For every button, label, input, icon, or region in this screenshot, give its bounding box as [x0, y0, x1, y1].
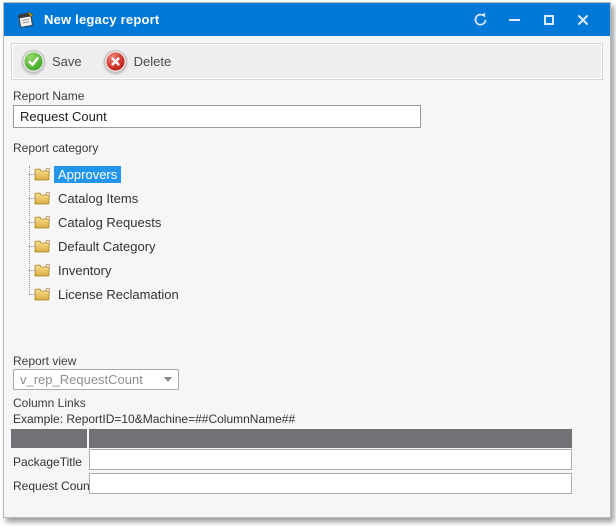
column-link-row-label: Request Count	[13, 479, 93, 493]
report-name-label: Report Name	[13, 89, 84, 103]
folder-icon	[34, 215, 51, 229]
tree-item-label: Approvers	[54, 166, 121, 183]
report-category-label: Report category	[13, 141, 98, 155]
report-note-icon	[16, 10, 35, 29]
header-cell-link-column	[89, 429, 572, 448]
delete-button-label: Delete	[134, 54, 172, 69]
column-links-example: Example: ReportID=10&Machine=##ColumnNam…	[13, 412, 295, 426]
report-view-label: Report view	[13, 354, 76, 368]
column-link-input-packagetitle[interactable]	[89, 449, 572, 470]
titlebar: New legacy report	[4, 3, 610, 36]
tree-item-license-reclamation[interactable]: License Reclamation	[13, 282, 333, 306]
header-cell-label-column	[11, 429, 87, 448]
column-links-table-header	[11, 429, 572, 448]
column-link-input-request-count[interactable]	[89, 473, 572, 494]
tree-item-catalog-requests[interactable]: Catalog Requests	[13, 210, 333, 234]
folder-icon	[34, 287, 51, 301]
window-controls	[473, 12, 598, 27]
folder-icon	[34, 263, 51, 277]
folder-icon	[34, 191, 51, 205]
tree-item-label: Catalog Items	[54, 190, 142, 207]
tree-item-inventory[interactable]: Inventory	[13, 258, 333, 282]
tree-item-label: Default Category	[54, 238, 160, 255]
folder-icon	[34, 167, 51, 181]
toolbar: Save Delete	[11, 43, 603, 80]
report-view-select[interactable]: v_rep_RequestCount	[13, 369, 179, 390]
column-link-row-label: PackageTitle	[13, 455, 82, 469]
green-check-icon	[22, 50, 45, 73]
delete-button[interactable]: Delete	[104, 50, 172, 73]
red-x-icon	[104, 50, 127, 73]
report-name-input[interactable]	[13, 105, 421, 128]
refresh-icon[interactable]	[473, 12, 488, 27]
tree-item-label: License Reclamation	[54, 286, 183, 303]
folder-icon	[34, 239, 51, 253]
chevron-down-icon	[164, 377, 172, 382]
save-button-label: Save	[52, 54, 82, 69]
tree-item-default-category[interactable]: Default Category	[13, 234, 333, 258]
report-category-tree: Approvers Catalog Items Catalog Requests	[13, 162, 333, 308]
report-view-selected-value: v_rep_RequestCount	[20, 372, 160, 387]
column-links-label: Column Links	[13, 396, 86, 410]
tree-item-approvers[interactable]: Approvers	[13, 162, 333, 186]
minimize-icon[interactable]	[507, 12, 522, 27]
maximize-icon[interactable]	[541, 12, 556, 27]
tree-item-catalog-items[interactable]: Catalog Items	[13, 186, 333, 210]
dialog-window: New legacy report	[3, 2, 611, 518]
tree-item-label: Catalog Requests	[54, 214, 165, 231]
close-icon[interactable]	[575, 12, 590, 27]
window-title: New legacy report	[44, 12, 159, 27]
save-button[interactable]: Save	[22, 50, 82, 73]
tree-item-label: Inventory	[54, 262, 115, 279]
